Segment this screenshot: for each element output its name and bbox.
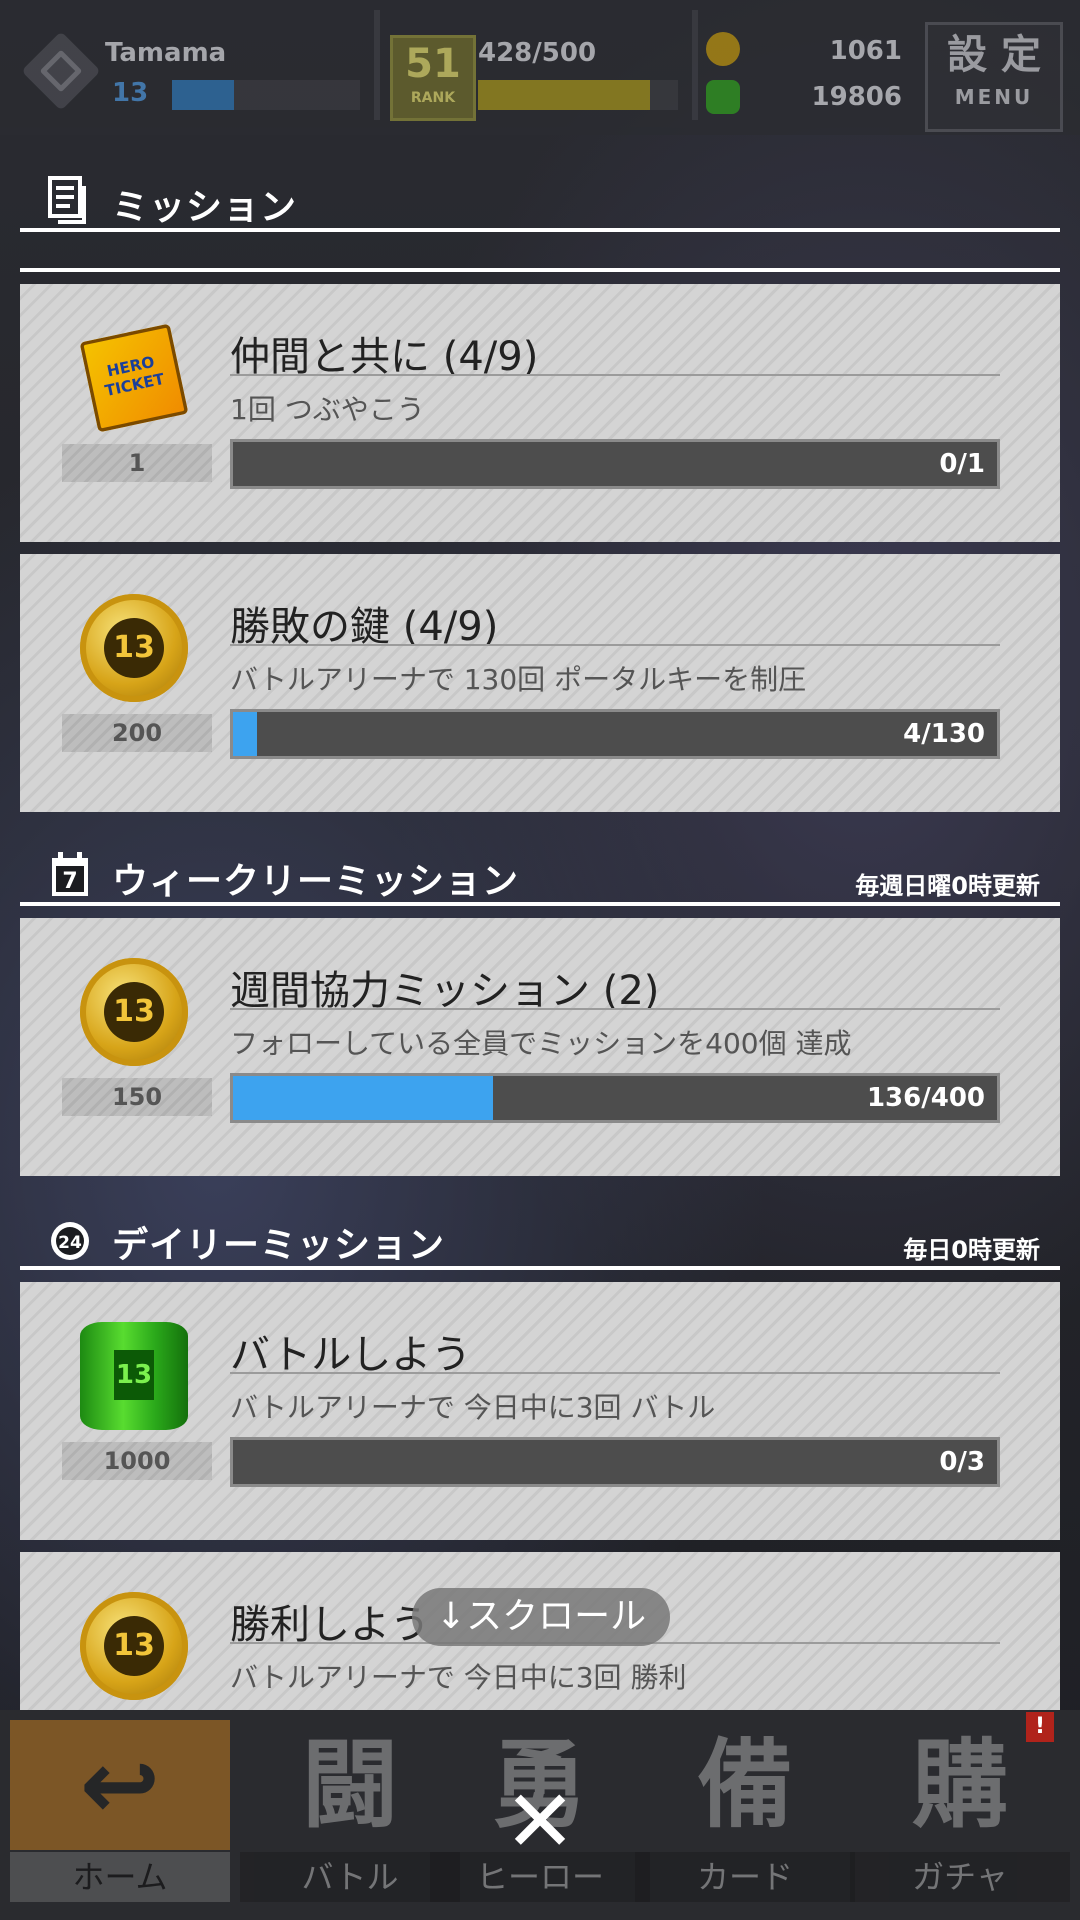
mission-header: ミッション [20, 172, 1060, 232]
mission-progress-bar: 0/3 [230, 1437, 1000, 1487]
scroll-hint: ↓スクロール [412, 1588, 670, 1646]
reward-count: 1 [62, 444, 212, 482]
green-barrel-icon [80, 1322, 188, 1430]
mission-description: フォローしている全員でミッションを400個 達成 [230, 1027, 852, 1060]
level-progress-bar [172, 80, 360, 110]
mission-progress-text: 0/3 [939, 1447, 985, 1477]
notification-badge: ! [1026, 1712, 1054, 1742]
divider [692, 10, 698, 120]
home-icon: ↩ [10, 1720, 230, 1850]
gold-coin-icon [80, 1592, 188, 1700]
menu-button-label: 設 定 [947, 32, 1041, 78]
weekly-section-title: ウィークリーミッション [112, 861, 520, 902]
daily-mission-header: 24 デイリーミッション 毎日0時更新 [20, 1210, 1060, 1270]
player-level: 13 [112, 78, 149, 108]
title-underline [230, 374, 1000, 376]
menu-button-sublabel: MENU [954, 85, 1034, 109]
level-progress-fill [172, 80, 235, 110]
reward-count: 150 [62, 1078, 212, 1116]
daily-reset-note: 毎日0時更新 [903, 1236, 1040, 1264]
mission-description: バトルアリーナで 130回 ポータルキーを制圧 [230, 663, 807, 696]
mission-progress-bar: 136/400 [230, 1073, 1000, 1123]
section-divider [20, 1266, 1060, 1270]
reward-count: 1000 [62, 1442, 212, 1480]
scrolled-section-header [20, 246, 1060, 276]
page-title: ミッション [112, 187, 298, 228]
stamina-value: 428/500 [478, 38, 597, 68]
stamina-bar [478, 80, 678, 110]
mission-progress-text: 0/1 [939, 449, 985, 479]
clock-24-icon: 24 [51, 1222, 89, 1260]
daily-section-title: デイリーミッション [112, 1225, 446, 1266]
mission-progress-bar: 0/1 [230, 439, 1000, 489]
document-list-icon [48, 176, 86, 224]
battle-icon: 闘 [302, 1729, 398, 1841]
svg-text:7: 7 [62, 869, 77, 894]
top-status-bar: Tamama 13 51 RANK 428/500 1061 19806 設 定… [0, 0, 1080, 135]
nav-home[interactable]: ↩ ホーム [10, 1720, 230, 1910]
nav-label: ガチャ [850, 1852, 1070, 1902]
mission-progress-bar: 4/130 [230, 709, 1000, 759]
reward-count: 200 [62, 714, 212, 752]
menu-button[interactable]: 設 定 MENU [925, 22, 1063, 132]
hero-ticket-icon [79, 323, 189, 433]
green-barrel-icon [706, 80, 740, 114]
rank-badge: 51 RANK [390, 35, 476, 121]
weekly-mission-header: 7 ウィークリーミッション 毎週日曜0時更新 [20, 846, 1060, 906]
mission-card[interactable]: 1 仲間と共に (4/9) 1回 つぶやこう 0/1 [20, 284, 1060, 542]
nav-label: カード [635, 1852, 855, 1902]
mission-description: 1回 つぶやこう [230, 393, 425, 426]
stamina-fill [478, 80, 650, 110]
nav-label: ホーム [10, 1852, 230, 1902]
nav-gacha[interactable]: 購 ガチャ [850, 1720, 1070, 1910]
mission-progress-text: 4/130 [903, 719, 985, 749]
section-divider [20, 902, 1060, 906]
mission-card[interactable]: 150 週間協力ミッション (2) フォローしている全員でミッションを400個 … [20, 918, 1060, 1176]
rank-number: 51 [405, 41, 461, 87]
title-underline [230, 644, 1000, 646]
mission-card[interactable]: 200 勝敗の鍵 (4/9) バトルアリーナで 130回 ポータルキーを制圧 4… [20, 554, 1060, 812]
card-icon: 備 [697, 1729, 793, 1841]
player-name: Tamama [105, 38, 227, 68]
rank-label: RANK [410, 90, 456, 106]
mission-description: バトルアリーナで 今日中に3回 バトル [230, 1391, 716, 1424]
gold-coin-icon [80, 594, 188, 702]
title-underline [230, 1372, 1000, 1374]
calendar-7-icon: 7 [52, 852, 88, 896]
mission-progress-fill [233, 1076, 493, 1120]
nav-card[interactable]: 備 カード [635, 1720, 855, 1910]
weekly-reset-note: 毎週日曜0時更新 [855, 872, 1040, 900]
mission-description: バトルアリーナで 今日中に3回 勝利 [230, 1661, 687, 1694]
gold-coin-icon [706, 32, 740, 66]
nav-battle[interactable]: 闘 バトル [240, 1720, 460, 1910]
title-underline [230, 1008, 1000, 1010]
section-divider [20, 268, 1060, 272]
mission-card[interactable]: 1000 バトルしよう バトルアリーナで 今日中に3回 バトル 0/3 [20, 1282, 1060, 1540]
mission-progress-fill [233, 712, 257, 756]
mission-progress-text: 136/400 [866, 1083, 985, 1113]
svg-text:24: 24 [58, 1233, 82, 1253]
green-currency-value: 19806 [811, 82, 902, 112]
nav-label: バトル [240, 1852, 460, 1902]
gold-coin-icon [80, 958, 188, 1066]
header-divider [20, 228, 1060, 232]
player-emblem-icon [21, 31, 101, 111]
close-icon[interactable]: ✕ [504, 1779, 576, 1865]
gold-currency-value: 1061 [829, 36, 902, 66]
divider [374, 10, 380, 120]
